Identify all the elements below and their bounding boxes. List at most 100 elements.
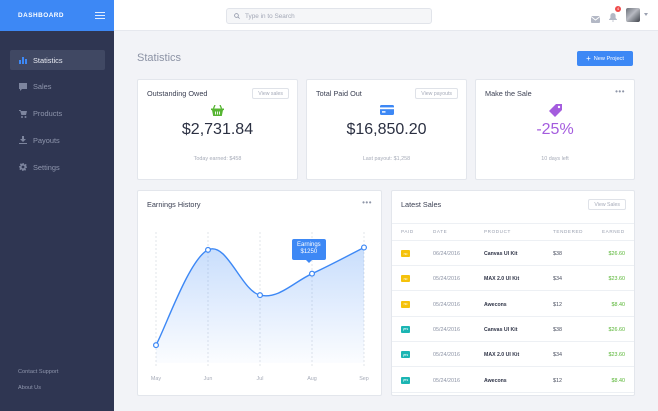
table-row[interactable]: yes 05/24/2016 MAX 2.0 UI Kit $34 $23.60 <box>392 343 634 368</box>
view-sales-button[interactable]: View Sales <box>588 199 626 210</box>
download-icon <box>18 136 27 145</box>
brand-title: DASHBOARD <box>18 12 65 19</box>
card-title: Outstanding Owed <box>147 89 208 98</box>
column-header-earned: EARNED <box>602 229 625 234</box>
contact-support-link[interactable]: Contact Support <box>18 369 58 375</box>
data-point <box>361 244 368 251</box>
x-tick-label: May <box>151 376 161 382</box>
tendered-cell: $38 <box>553 326 562 333</box>
table-row[interactable]: no 05/24/2016 MAX 2.0 UI Kit $34 $23.60 <box>392 267 634 292</box>
product-cell: Canvas UI Kit <box>484 326 518 333</box>
product-cell: Awecons <box>484 301 507 308</box>
x-tick-label: Jul <box>257 376 264 382</box>
table-row[interactable]: yes 05/24/2016 Canvas UI Kit $38 $26.60 <box>392 318 634 342</box>
sidebar-item-label: Sales <box>33 82 52 92</box>
tendered-cell: $12 <box>553 301 562 308</box>
tendered-cell: $38 <box>553 251 562 257</box>
sidebar-item-payouts[interactable]: Payouts <box>10 130 105 150</box>
earned-cell: $8.40 <box>611 301 626 308</box>
today-earned-text: Today earned: $458 <box>193 156 242 162</box>
topbar: 4 <box>114 0 658 31</box>
sidebar-item-label: Products <box>33 109 63 119</box>
sidebar-item-products[interactable]: Products <box>10 104 105 124</box>
view-payouts-button[interactable]: View payouts <box>415 88 458 99</box>
bell-icon[interactable]: 4 <box>609 6 621 27</box>
paid-badge: no <box>401 300 410 308</box>
basket-icon <box>211 103 225 117</box>
column-header-product: PRODUCT <box>484 229 511 234</box>
outstanding-owed-card: Outstanding Owed View sales $2,731.84 To… <box>137 79 298 180</box>
total-paid-out-value: $16,850.20 <box>346 121 427 138</box>
sidebar-item-label: Statistics <box>33 55 63 65</box>
table-row[interactable]: yes 05/24/2016 Awecons $12 $8.40 <box>392 369 634 393</box>
total-paid-out-card: Total Paid Out View payouts $16,850.20 L… <box>306 79 467 180</box>
paid-badge: no <box>401 275 410 283</box>
mail-icon[interactable] <box>590 10 601 28</box>
date-cell: 05/24/2016 <box>433 326 460 333</box>
about-us-link[interactable]: About Us <box>18 385 41 391</box>
x-tick-label: Sep <box>359 376 369 382</box>
search-icon <box>234 13 240 19</box>
sidebar-item-statistics[interactable]: Statistics <box>10 50 105 70</box>
table-header: PAID DATE PRODUCT TENDERED EARNED <box>392 223 634 241</box>
sidebar-nav: Statistics Sales Products Payouts Settin… <box>10 50 105 184</box>
chevron-down-icon[interactable] <box>644 13 648 16</box>
data-point <box>153 342 160 349</box>
product-cell: MAX 2.0 UI Kit <box>484 276 520 283</box>
data-point <box>256 292 263 299</box>
view-sales-button[interactable]: View sales <box>252 88 289 99</box>
card-title: Latest Sales <box>401 200 442 209</box>
tendered-cell: $34 <box>553 352 562 359</box>
latest-sales-card: Latest Sales View Sales PAID DATE PRODUC… <box>391 190 635 396</box>
brand-bar: DASHBOARD <box>0 0 114 31</box>
earned-cell: $8.40 <box>611 377 626 384</box>
date-cell: 05/24/2016 <box>433 301 460 308</box>
column-header-tendered: TENDERED <box>553 229 584 234</box>
x-tick-label: Aug <box>307 376 317 382</box>
earnings-chart: May Jun Jul Aug Sep <box>151 232 369 382</box>
sidebar-item-sales[interactable]: Sales <box>10 77 105 97</box>
card-title: Make the Sale <box>485 89 532 98</box>
sidebar-item-label: Settings <box>33 162 60 172</box>
days-left-text: 10 days left <box>541 156 569 162</box>
paid-badge: yes <box>401 376 410 384</box>
date-cell: 06/24/2016 <box>433 251 460 257</box>
outstanding-owed-value: $2,731.84 <box>181 121 254 138</box>
gear-icon <box>18 163 27 172</box>
chart-tooltip: Earnings $1250 <box>292 238 326 263</box>
tendered-cell: $34 <box>553 276 562 283</box>
paid-badge: yes <box>401 351 410 359</box>
search-input[interactable] <box>245 12 425 20</box>
paid-badge: no <box>401 250 410 257</box>
earned-cell: $23.60 <box>608 352 626 359</box>
chat-icon <box>18 82 27 91</box>
cart-icon <box>18 109 27 118</box>
tooltip-label: Earnings <box>297 241 321 248</box>
new-project-button[interactable]: + New Project <box>577 51 633 66</box>
earned-cell: $26.60 <box>608 326 626 333</box>
paid-badge: yes <box>401 325 410 333</box>
last-payout-text: Last payout: $1,258 <box>362 156 411 162</box>
sidebar-item-label: Payouts <box>33 135 60 145</box>
menu-toggle-icon[interactable] <box>95 12 105 19</box>
search-box <box>226 8 432 24</box>
product-cell: Canvas UI Kit <box>484 251 518 257</box>
sidebar-item-settings[interactable]: Settings <box>10 157 105 177</box>
card-title: Total Paid Out <box>316 89 362 98</box>
avatar[interactable] <box>626 8 640 22</box>
more-options-icon[interactable]: ••• <box>615 88 625 96</box>
data-point <box>204 246 211 253</box>
plus-icon: + <box>586 53 591 63</box>
tag-icon <box>548 103 562 117</box>
make-the-sale-card: Make the Sale ••• -25% 10 days left <box>475 79 635 180</box>
table-row[interactable]: no 05/24/2016 Awecons $12 $8.40 <box>392 293 634 317</box>
table-row[interactable]: no 06/24/2016 Canvas UI Kit $38 $26.60 <box>392 242 634 266</box>
product-cell: Awecons <box>484 377 507 384</box>
earnings-history-card: Earnings History ••• May Jun Jul Aug Sep Ear… <box>137 190 382 396</box>
earned-cell: $26.60 <box>608 251 626 257</box>
product-cell: MAX 2.0 UI Kit <box>484 352 520 359</box>
earned-cell: $23.60 <box>608 276 626 283</box>
page-title: Statistics <box>137 52 182 64</box>
date-cell: 05/24/2016 <box>433 377 460 384</box>
column-header-paid: PAID <box>401 229 414 234</box>
